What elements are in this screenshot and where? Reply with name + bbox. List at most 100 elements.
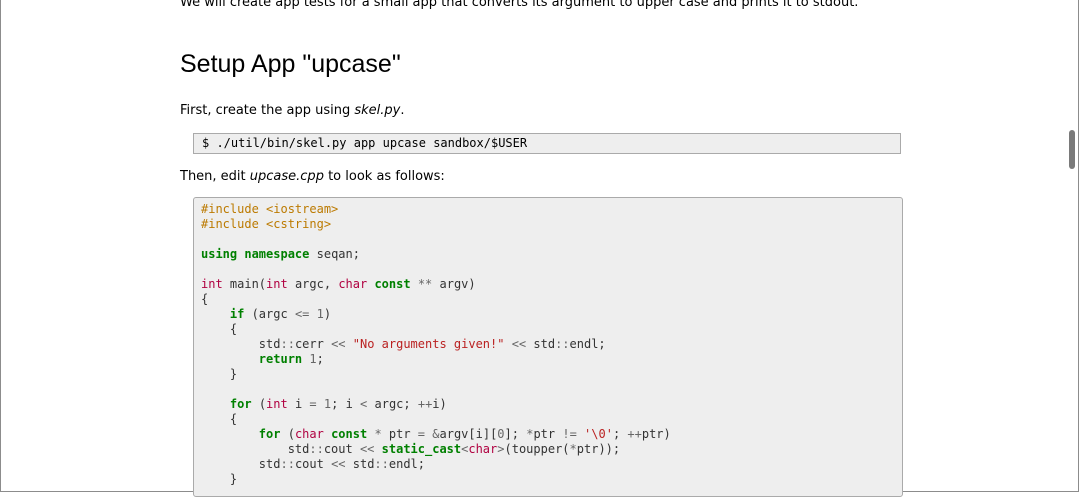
command-block: $ ./util/bin/skel.py app upcase sandbox/…	[193, 133, 901, 154]
code-line: }	[201, 472, 902, 487]
code-token: (	[280, 427, 295, 441]
code-token: argv)	[432, 277, 476, 291]
code-token: ;	[316, 352, 324, 366]
code-line: int main(int argc, char const ** argv)	[201, 277, 902, 292]
code-token: =	[417, 427, 426, 441]
code-token: &	[432, 427, 440, 441]
code-line: std::cout << std::endl;	[201, 457, 902, 472]
code-line: return 1;	[201, 352, 902, 367]
code-token: cout	[323, 442, 360, 456]
code-token: std	[526, 337, 556, 351]
code-token: ptr	[381, 427, 418, 441]
code-token: std	[201, 442, 310, 456]
code-token: char	[294, 427, 324, 441]
code-token: (	[251, 397, 267, 411]
code-line: if (argc <= 1)	[201, 307, 902, 322]
intro-paragraph: We will create app tests for a small app…	[180, 0, 859, 10]
code-token: #include <iostream>	[201, 202, 339, 216]
code-line: for (char const * ptr = &argv[i][0]; *pt…	[201, 427, 902, 442]
code-token: 1	[316, 307, 324, 321]
code-token: int	[266, 397, 288, 411]
code-token: <<	[359, 442, 375, 456]
code-token: ptr	[533, 427, 563, 441]
code-token: std	[201, 457, 281, 471]
code-token: <=	[294, 307, 310, 321]
instruction-create-app: First, create the app using skel.py.	[180, 102, 404, 120]
code-token: *	[374, 427, 382, 441]
code-token: int	[201, 277, 223, 291]
code-token: main(	[222, 277, 267, 291]
code-token: ::	[374, 457, 389, 471]
code-token: )	[323, 307, 332, 321]
code-line: #include <iostream>	[201, 202, 902, 217]
code-token: >	[497, 442, 505, 456]
code-token: ptr)	[641, 427, 671, 441]
code-line: for (int i = 1; i < argc; ++i)	[201, 397, 902, 412]
instruction-text-end: to look as follows:	[323, 169, 445, 184]
code-token: ++	[627, 427, 642, 441]
code-token: static_cast	[381, 442, 462, 456]
instruction-edit-file: Then, edit upcase.cpp to look as follows…	[180, 168, 445, 186]
code-token: {	[201, 292, 209, 306]
code-token: const	[374, 277, 411, 291]
code-token: char	[468, 442, 498, 456]
section-heading: Setup App "upcase"	[180, 50, 401, 78]
code-token: !=	[562, 427, 577, 441]
code-token: argv[i][	[439, 427, 498, 441]
code-token: 0	[497, 427, 505, 441]
code-line: using namespace seqan;	[201, 247, 902, 262]
code-line: std::cerr << "No arguments given!" << st…	[201, 337, 902, 352]
filename-emphasis: upcase.cpp	[249, 169, 324, 184]
code-line: {	[201, 292, 902, 307]
code-token: return	[258, 352, 303, 366]
code-line: std::cout << static_cast<char>(toupper(*…	[201, 442, 902, 457]
window-border-left	[0, 0, 1, 492]
code-listing: #include <iostream> #include <cstring> us…	[193, 197, 903, 497]
code-token: '\0'	[584, 427, 613, 441]
vertical-scrollbar-thumb[interactable]	[1069, 130, 1075, 169]
code-token: ::	[280, 457, 295, 471]
code-token: ::	[280, 337, 295, 351]
code-token: namespace	[244, 247, 310, 261]
code-token: ++	[417, 397, 433, 411]
code-token: {	[201, 322, 238, 336]
code-token: ;	[612, 427, 628, 441]
code-line: #include <cstring>	[201, 217, 902, 232]
code-token: ::	[555, 337, 570, 351]
code-token: cerr	[294, 337, 332, 351]
code-token: ; i	[331, 397, 361, 411]
code-token: **	[417, 277, 433, 291]
code-token: <<	[511, 337, 527, 351]
code-token: =	[309, 397, 317, 411]
code-token: int	[266, 277, 288, 291]
code-token: *	[569, 442, 577, 456]
instruction-text-end: .	[400, 103, 405, 118]
code-token: char	[338, 277, 368, 291]
code-line: {	[201, 322, 902, 337]
code-token: "No arguments given!"	[352, 337, 505, 351]
code-token: const	[331, 427, 368, 441]
code-token: #include <cstring>	[201, 217, 332, 231]
code-token: argc,	[287, 277, 339, 291]
code-token: {	[201, 412, 238, 426]
code-line: }	[201, 367, 902, 382]
code-token: seqan;	[309, 247, 360, 261]
code-token: }	[201, 472, 238, 486]
code-token: (argc	[244, 307, 295, 321]
code-token: i)	[432, 397, 447, 411]
code-token: cout	[294, 457, 332, 471]
